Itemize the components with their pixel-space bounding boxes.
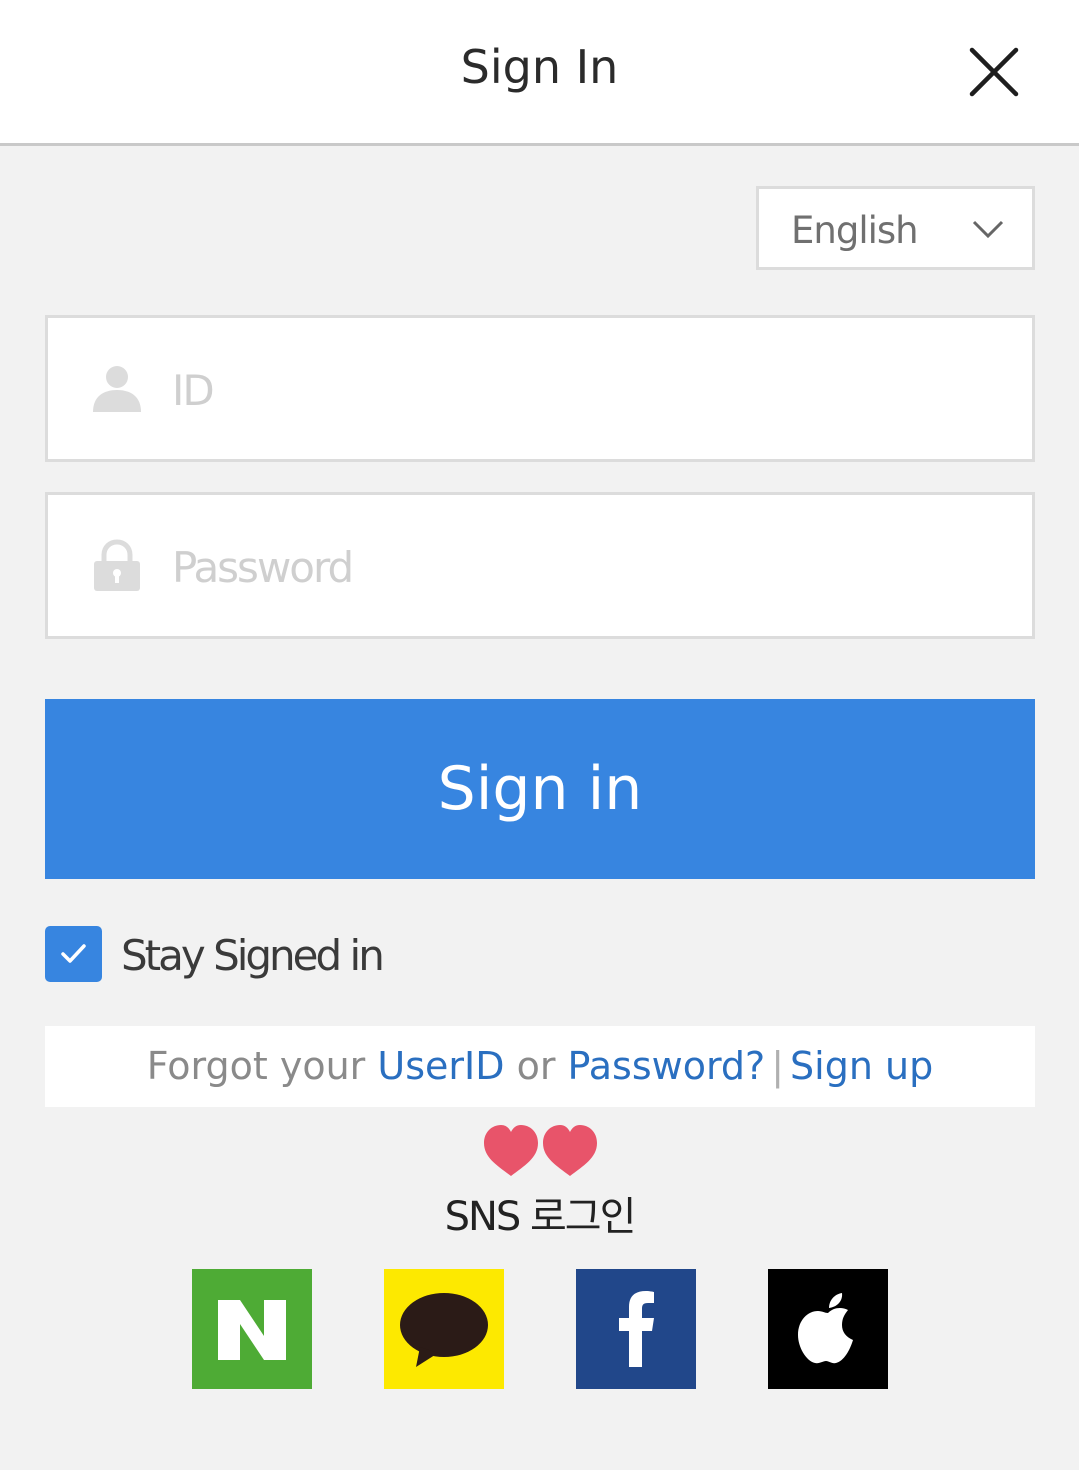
page-title: Sign In bbox=[460, 40, 619, 94]
password-input[interactable] bbox=[172, 525, 992, 609]
facebook-icon bbox=[619, 1291, 654, 1367]
lock-icon bbox=[94, 539, 140, 591]
or-text: or bbox=[516, 1044, 556, 1088]
checkmark-icon bbox=[61, 944, 86, 963]
naver-login-button[interactable] bbox=[192, 1269, 312, 1389]
kakao-login-button[interactable] bbox=[384, 1269, 504, 1389]
close-button[interactable] bbox=[966, 44, 1022, 100]
link-separator: | bbox=[771, 1044, 785, 1088]
id-field[interactable] bbox=[45, 315, 1035, 462]
naver-icon bbox=[218, 1300, 286, 1360]
stay-signed-in-checkbox[interactable] bbox=[45, 926, 102, 982]
password-field[interactable] bbox=[45, 492, 1035, 639]
hearts-icon bbox=[484, 1125, 597, 1176]
language-select[interactable]: English bbox=[756, 186, 1035, 270]
forgot-userid-link[interactable]: UserID bbox=[377, 1044, 504, 1088]
header: Sign In bbox=[0, 0, 1079, 146]
stay-signed-in-label: Stay Signed in bbox=[121, 931, 385, 980]
user-icon bbox=[93, 366, 141, 412]
forgot-password-link[interactable]: Password? bbox=[568, 1044, 766, 1088]
language-value: English bbox=[791, 209, 919, 252]
chevron-down-icon bbox=[972, 220, 1004, 239]
help-links: Forgot your UserID or Password? | Sign up bbox=[45, 1026, 1035, 1107]
id-input[interactable] bbox=[172, 348, 992, 432]
apple-login-button[interactable] bbox=[768, 1269, 888, 1389]
facebook-login-button[interactable] bbox=[576, 1269, 696, 1389]
sign-up-link[interactable]: Sign up bbox=[790, 1044, 933, 1088]
forgot-prefix: Forgot your bbox=[146, 1044, 366, 1088]
sign-in-button[interactable]: Sign in bbox=[45, 699, 1035, 879]
close-icon bbox=[969, 47, 1019, 97]
apple-icon bbox=[798, 1293, 853, 1364]
kakao-icon bbox=[400, 1293, 488, 1367]
sns-login-label: SNS 로그인 bbox=[444, 1194, 637, 1240]
